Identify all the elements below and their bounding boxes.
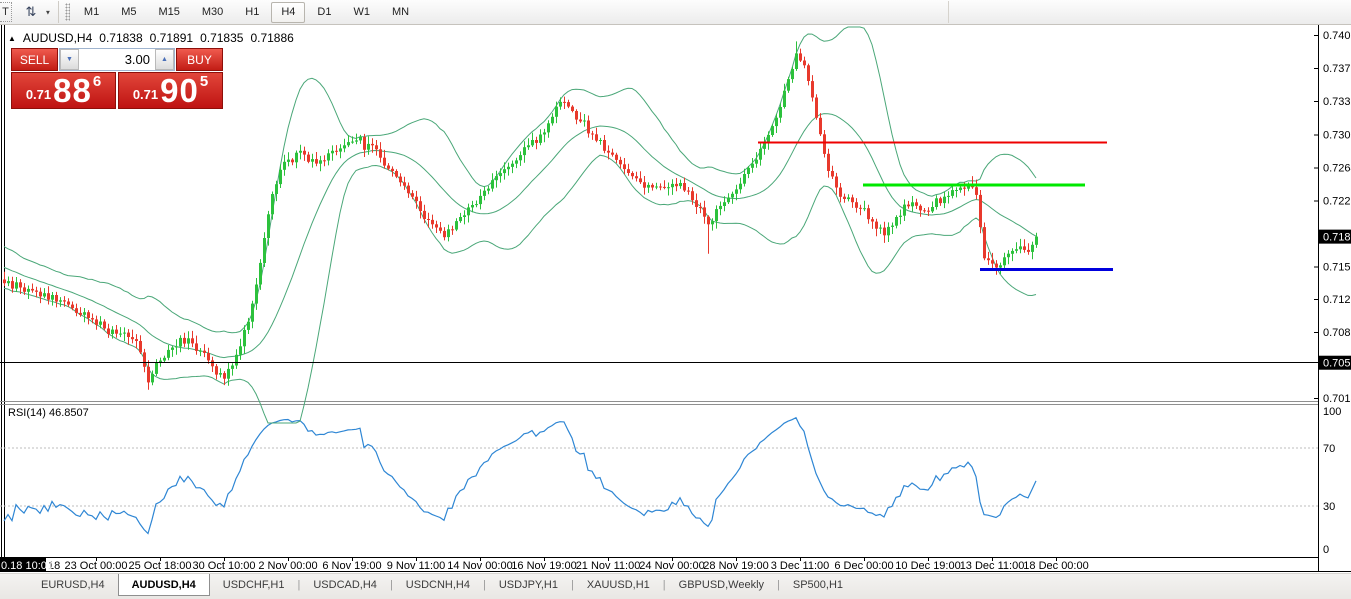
rsi-tick-label: 70 <box>1323 443 1335 455</box>
volume-increase-button[interactable]: ▲ <box>155 49 174 70</box>
time-tick-label: 18 Dec 00:00 <box>1023 560 1088 572</box>
rsi-value: 46.8507 <box>48 407 89 419</box>
price-tick-label: 0.72280 <box>1323 195 1351 207</box>
toolbar-drag-grip[interactable] <box>64 3 70 21</box>
hline-price-axis-label-text: 0.70514 <box>1323 358 1351 370</box>
time-tick-label: 2 Nov 00:00 <box>258 560 317 572</box>
timeframe-button-H4[interactable]: H4 <box>271 1 306 23</box>
toolbar-dropdown-caret-icon[interactable]: ▼ <box>45 8 51 15</box>
price-tick-label: 0.73360 <box>1323 96 1351 108</box>
time-tick-label: 25 Oct 18:00 <box>129 560 192 572</box>
sell-price-prefix: 0.71 <box>25 87 52 102</box>
chart-tab-xauusd-h1[interactable]: XAUUSD,H1 <box>574 574 663 595</box>
chart-window: 0.74080 0.73720 0.73360 0.73000 0.72640 0.722… <box>0 25 1351 573</box>
time-tick-label: 6 Nov 19:00 <box>322 560 381 572</box>
chart-tab-audusd-h4[interactable]: AUDUSD,H4 <box>117 574 210 596</box>
time-tick-label: 30 Oct 10:00 <box>193 560 256 572</box>
sell-price-box[interactable]: 0.71 88 6 <box>11 72 116 109</box>
low-value: 0.71835 <box>200 31 244 45</box>
toolbar-separator <box>948 1 949 23</box>
timeframe-button-M30[interactable]: M30 <box>192 2 233 23</box>
open-value: 0.71838 <box>99 31 143 45</box>
expand-triangle-icon[interactable]: ▲ <box>8 34 16 43</box>
price-tick-label: 0.73000 <box>1323 129 1351 141</box>
buy-price-box[interactable]: 0.71 90 5 <box>118 72 223 109</box>
timeframe-button-W1[interactable]: W1 <box>343 2 380 23</box>
chart-ohlc-header: ▲ AUDUSD,H4 0.71838 0.71891 0.71835 0.71… <box>8 31 294 45</box>
rsi-line <box>3 416 1037 535</box>
bollinger-lower <box>3 154 1037 424</box>
bollinger-middle <box>3 113 1037 359</box>
buy-price-pips: 90 <box>160 72 199 109</box>
price-tick-label: 0.73720 <box>1323 63 1351 75</box>
price-tick-label: 0.70130 <box>1323 393 1351 405</box>
sell-price-pips: 88 <box>53 72 92 109</box>
rsi-level-lines <box>0 447 1318 507</box>
time-tick-label: 28 Nov 19:00 <box>703 560 768 572</box>
chart-tab-usdjpy-h1[interactable]: USDJPY,H1 <box>486 574 571 595</box>
timeframe-button-MN[interactable]: MN <box>382 2 419 23</box>
time-tick-label: 21 Nov 11:00 <box>576 560 641 572</box>
high-value: 0.71891 <box>149 31 194 45</box>
buy-button[interactable]: BUY <box>176 48 223 71</box>
sell-price-point: 6 <box>92 73 102 90</box>
price-tick-label: 0.71210 <box>1323 294 1351 306</box>
time-tick-label: 10 Dec 19:00 <box>895 560 960 572</box>
buy-price-point: 5 <box>199 73 209 90</box>
rsi-tick-label: 100 <box>1323 406 1341 418</box>
chart-tab-bar: EURUSD,H4 AUDUSD,H4 USDCHF,H1 | USDCAD,H4 | US… <box>0 573 1351 599</box>
time-tick-label: 13 Dec 11:00 <box>960 560 1025 572</box>
chart-tab-gbpusd-weekly[interactable]: GBPUSD,Weekly <box>666 574 777 595</box>
chart-tab-usdchf-h1[interactable]: USDCHF,H1 <box>210 574 298 595</box>
rsi-tick-label: 0 <box>1323 544 1329 556</box>
volume-input[interactable]: 3.00 <box>79 49 155 70</box>
rsi-indicator-label: RSI(14) 46.8507 <box>8 407 89 419</box>
time-tick-label: 6 Dec 00:00 <box>834 560 893 572</box>
volume-spinner: ▼ 3.00 ▲ <box>59 48 175 71</box>
price-tick-label: 0.70850 <box>1323 327 1351 339</box>
toolbar-separator <box>57 1 59 23</box>
time-tick-label: 14 Nov 00:00 <box>447 560 512 572</box>
chart-tab-sp500-h1[interactable]: SP500,H1 <box>780 574 856 595</box>
one-click-trading-panel: SELL ▼ 3.00 ▲ BUY 0.71 88 6 0.71 90 5 <box>11 48 223 109</box>
price-tick-label: 0.74080 <box>1323 30 1351 42</box>
rsi-tick-label: 30 <box>1323 501 1335 513</box>
swap-arrows-icon[interactable]: ⇅ <box>18 2 44 22</box>
timeframe-button-M15[interactable]: M15 <box>148 2 189 23</box>
timeframe-button-M1[interactable]: M1 <box>74 2 109 23</box>
time-tick-label: 16 Nov 19:00 <box>511 560 576 572</box>
time-tick-label: 9 Nov 11:00 <box>387 560 446 572</box>
time-tick-label: 24 Nov 00:00 <box>639 560 704 572</box>
timeframe-button-D1[interactable]: D1 <box>307 2 341 23</box>
buy-price-prefix: 0.71 <box>132 87 159 102</box>
highlighted-time-label: 0.18 10:00 <box>1 560 53 572</box>
rsi-name: RSI(14) <box>8 407 46 419</box>
clipped-text-tool-button[interactable]: T <box>0 2 12 22</box>
price-tick-label: 0.71560 <box>1323 262 1351 274</box>
close-value: 0.71886 <box>250 31 294 45</box>
chart-tab-usdcad-h4[interactable]: USDCAD,H4 <box>300 574 390 595</box>
time-tick-label: 23 Oct 00:00 <box>65 560 128 572</box>
sell-button[interactable]: SELL <box>11 48 58 71</box>
top-toolbar: T ⇅ ▼ M1 M5 M15 M30 H1 H4 D1 W1 MN <box>0 0 1351 25</box>
volume-decrease-button[interactable]: ▼ <box>60 49 79 70</box>
symbol-period-label: AUDUSD,H4 <box>22 31 93 45</box>
timeframe-button-group: M1 M5 M15 M30 H1 H4 D1 W1 MN <box>74 1 419 23</box>
current-price-axis-label-text: 0.71886 <box>1323 232 1351 244</box>
timeframe-button-H1[interactable]: H1 <box>235 2 269 23</box>
timeframe-button-M5[interactable]: M5 <box>111 2 146 23</box>
time-tick-label: 3 Dec 11:00 <box>771 560 830 572</box>
price-tick-label: 0.72640 <box>1323 162 1351 174</box>
chart-tab-usdcnh-h4[interactable]: USDCNH,H4 <box>393 574 483 595</box>
chart-tab-eurusd-h4[interactable]: EURUSD,H4 <box>28 574 118 595</box>
price-axis <box>1314 35 1351 400</box>
